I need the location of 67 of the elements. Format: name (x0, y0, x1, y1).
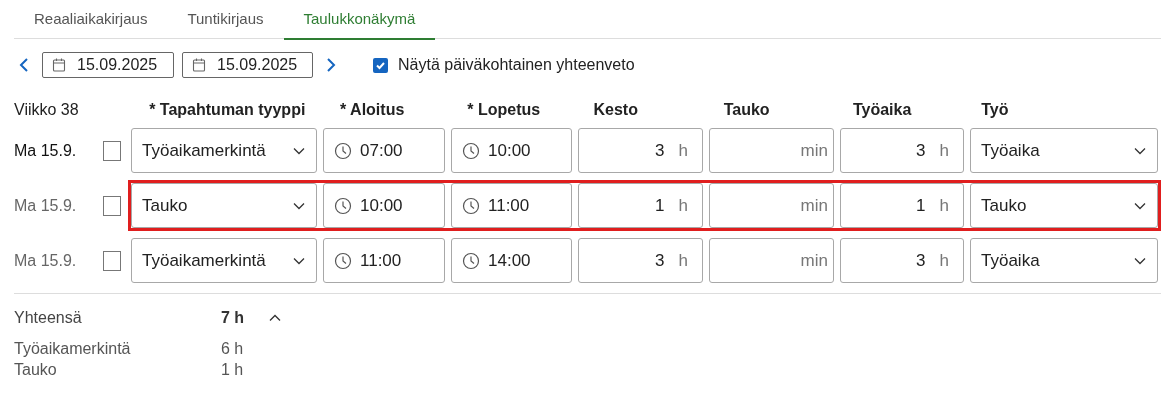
break-field[interactable]: min (709, 128, 834, 173)
date-field[interactable]: 15.09.2025 (182, 52, 313, 78)
unit-label: min (800, 249, 828, 272)
clock-icon (462, 141, 480, 160)
work-time-field[interactable]: 3 h (840, 128, 964, 173)
end-time-field[interactable]: 10:00 (451, 128, 572, 173)
end-time-field[interactable]: 11:00 (451, 183, 572, 228)
clock-icon (462, 251, 480, 270)
type-select[interactable]: Työaikamerkintä (131, 238, 317, 283)
day-label: Ma 15.9. (14, 195, 78, 216)
duration-field[interactable]: 1 h (578, 183, 703, 228)
break-field[interactable]: min (709, 238, 834, 283)
unit-label: min (800, 139, 828, 162)
calendar-icon (191, 57, 207, 73)
clock-icon (334, 141, 352, 160)
day-label: Ma 15.9. (14, 140, 78, 161)
column-header: Tauko (722, 100, 771, 120)
work-select[interactable]: Työaika (970, 238, 1158, 283)
break-field[interactable]: min (709, 183, 834, 228)
summary-label: Työaikamerkintä (14, 338, 132, 359)
chevron-right-icon (325, 57, 337, 73)
row-checkbox[interactable] (103, 195, 121, 216)
unit-label: h (678, 249, 688, 272)
unit-label: min (800, 194, 828, 217)
checkbox-label: Näytä päiväkohtainen yhteenveto (398, 55, 635, 75)
total-label: Yhteensä (14, 308, 83, 328)
unit-label: h (678, 194, 688, 217)
type-select[interactable]: Tauko (131, 183, 317, 228)
week-label: Viikko 38 (14, 100, 80, 120)
row-checkbox[interactable] (103, 140, 121, 161)
column-header: * Aloitus (339, 100, 406, 120)
tab[interactable]: Taulukkonäkymä (283, 0, 436, 40)
summary-label: Tauko (14, 359, 58, 380)
column-header: * Tapahtuman tyyppi (148, 100, 307, 120)
duration-field[interactable]: 3 h (578, 128, 703, 173)
work-time-field[interactable]: 3 h (840, 238, 964, 283)
day-label: Ma 15.9. (14, 250, 78, 271)
chevron-left-icon (18, 57, 30, 73)
calendar-icon (51, 57, 67, 73)
column-header: Työaika (851, 100, 913, 120)
column-header: Työ (980, 100, 1010, 120)
summary-value: 1 h (221, 359, 244, 380)
date-field[interactable]: 15.09.2025 (42, 52, 174, 78)
tab[interactable]: Reaaliaikakirjaus (14, 0, 168, 40)
work-select[interactable]: Tauko (970, 183, 1158, 228)
total-value: 7 h (221, 308, 246, 328)
clock-icon (462, 196, 480, 215)
duration-field[interactable]: 3 h (578, 238, 703, 283)
start-time-field[interactable]: 07:00 (323, 128, 445, 173)
work-time-field[interactable]: 1 h (840, 183, 964, 228)
summary-value: 6 h (221, 338, 244, 359)
row-checkbox[interactable] (103, 250, 121, 271)
unit-label: h (678, 139, 688, 162)
clock-icon (334, 196, 352, 215)
start-time-field[interactable]: 11:00 (323, 238, 445, 283)
clock-icon (334, 251, 352, 270)
unit-label: h (939, 139, 949, 162)
unit-label: h (939, 194, 949, 217)
column-header: Kesto (592, 100, 639, 120)
start-time-field[interactable]: 10:00 (323, 183, 445, 228)
type-select[interactable]: Työaikamerkintä (131, 128, 317, 173)
end-time-field[interactable]: 14:00 (451, 238, 572, 283)
unit-label: h (939, 249, 949, 272)
checkbox[interactable] (373, 57, 388, 73)
tab[interactable]: Tuntikirjaus (167, 0, 284, 40)
work-select[interactable]: Työaika (970, 128, 1158, 173)
column-header: * Lopetus (466, 100, 542, 120)
